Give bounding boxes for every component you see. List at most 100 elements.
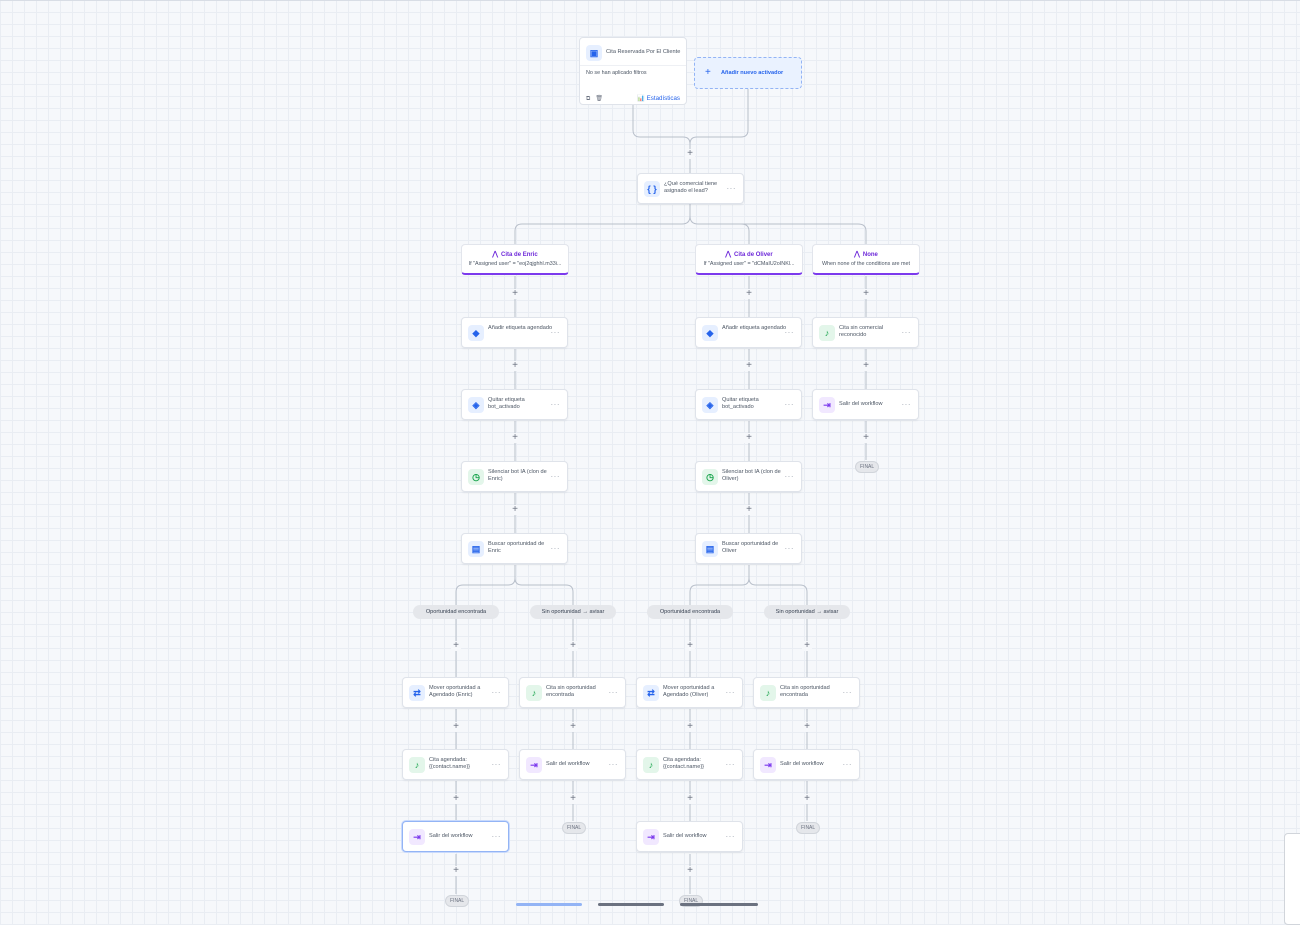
- node-label: Silenciar bot IA (clon de Enric): [488, 469, 547, 482]
- branch-not-found-enric[interactable]: Sin oportunidad → avisar: [530, 605, 616, 619]
- braces-icon: { }: [644, 181, 660, 197]
- node-label: Mover oportunidad a Agendado (Oliver): [663, 685, 715, 698]
- copy-icon[interactable]: ⧉: [586, 96, 590, 102]
- add-step-button[interactable]: +: [451, 722, 461, 732]
- action-node[interactable]: ⇄ Mover oportunidad a Agendado (Enric) ···: [402, 677, 509, 708]
- add-step-button[interactable]: +: [510, 361, 520, 371]
- action-node[interactable]: ▤ Buscar oportunidad de Enric ···: [461, 533, 568, 564]
- add-step-button[interactable]: +: [685, 866, 695, 876]
- node-label: Salir del workflow: [546, 761, 590, 767]
- more-menu-icon[interactable]: ···: [785, 544, 795, 553]
- final-marker: FINAL: [855, 461, 880, 473]
- action-node[interactable]: ♪ Cita agendada: {{contact.name}} ···: [402, 749, 509, 780]
- condition-title: Cita de Oliver: [734, 252, 773, 258]
- action-node[interactable]: ⇥ Salir del workflow ···: [519, 749, 626, 780]
- more-menu-icon[interactable]: ···: [726, 760, 736, 769]
- more-menu-icon[interactable]: ···: [609, 688, 619, 697]
- action-node[interactable]: ⇥ Salir del workflow ···: [402, 821, 509, 852]
- add-step-button[interactable]: +: [802, 794, 812, 804]
- add-trigger-button[interactable]: + Añadir nuevo activador: [694, 57, 802, 89]
- action-node[interactable]: ♪ Cita sin oportunidad encontrada ···: [519, 677, 626, 708]
- action-node[interactable]: ◷ Silenciar bot IA (clon de Oliver) ···: [695, 461, 802, 492]
- add-step-button[interactable]: +: [451, 866, 461, 876]
- condition-none[interactable]: ⋀ None When none of the conditions are me…: [812, 244, 920, 275]
- add-step-button[interactable]: +: [685, 641, 695, 651]
- add-step-button[interactable]: +: [451, 641, 461, 651]
- trash-icon[interactable]: 🗑: [595, 96, 603, 102]
- action-node[interactable]: ◷ Silenciar bot IA (clon de Enric) ···: [461, 461, 568, 492]
- bell-icon: ♪: [409, 757, 425, 773]
- add-step-button[interactable]: +: [861, 433, 871, 443]
- node-label: Añadir etiqueta agendado: [722, 325, 787, 331]
- more-menu-icon[interactable]: ···: [492, 832, 502, 841]
- more-menu-icon[interactable]: ···: [727, 184, 737, 193]
- action-node[interactable]: ⇄ Mover oportunidad a Agendado (Oliver) ··…: [636, 677, 743, 708]
- add-step-button[interactable]: +: [510, 289, 520, 299]
- more-menu-icon[interactable]: ···: [551, 472, 561, 481]
- node-label: Quitar etiqueta bot_activado: [488, 397, 525, 410]
- more-menu-icon[interactable]: ···: [551, 328, 561, 337]
- add-step-button[interactable]: +: [568, 794, 578, 804]
- branch-found-enric[interactable]: Oportunidad encontrada: [413, 605, 499, 619]
- add-step-button[interactable]: +: [802, 722, 812, 732]
- action-node[interactable]: ⇥ Salir del workflow ···: [753, 749, 860, 780]
- more-menu-icon[interactable]: ···: [785, 328, 795, 337]
- move-opportunity-icon: ⇄: [409, 685, 425, 701]
- add-step-button[interactable]: +: [568, 722, 578, 732]
- add-step-button[interactable]: +: [510, 505, 520, 515]
- add-step-button[interactable]: +: [451, 794, 461, 804]
- tag-icon: ◆: [468, 325, 484, 341]
- side-panel-edge[interactable]: [1284, 833, 1300, 925]
- add-trigger-label: Añadir nuevo activador: [721, 70, 784, 76]
- more-menu-icon[interactable]: ···: [902, 400, 912, 409]
- bell-icon: ♪: [760, 685, 776, 701]
- condition-enric[interactable]: ⋀ Cita de Enric If "Assigned user" = "eoj…: [461, 244, 569, 275]
- calendar-icon: ▣: [586, 45, 602, 61]
- more-menu-icon[interactable]: ···: [785, 472, 795, 481]
- final-marker: FINAL: [796, 822, 821, 834]
- action-node[interactable]: ◈ Quitar etiqueta bot_activado ···: [461, 389, 568, 420]
- tag-icon: ◆: [702, 325, 718, 341]
- add-step-button[interactable]: +: [685, 722, 695, 732]
- add-step-button[interactable]: +: [861, 289, 871, 299]
- action-node[interactable]: ♪ Cita agendada: {{contact.name}} ···: [636, 749, 743, 780]
- more-menu-icon[interactable]: ···: [609, 760, 619, 769]
- trigger-card[interactable]: ▣ Cita Reservada Por El Cliente No se ha…: [579, 37, 687, 105]
- more-menu-icon[interactable]: ···: [843, 688, 853, 697]
- add-step-button[interactable]: +: [568, 641, 578, 651]
- add-step-button[interactable]: +: [510, 433, 520, 443]
- add-step-button[interactable]: +: [744, 289, 754, 299]
- more-menu-icon[interactable]: ···: [492, 760, 502, 769]
- add-step-button[interactable]: +: [861, 361, 871, 371]
- add-step-button[interactable]: +: [685, 794, 695, 804]
- add-step-button[interactable]: +: [744, 433, 754, 443]
- plus-icon: +: [705, 67, 711, 78]
- add-step-button[interactable]: +: [744, 361, 754, 371]
- action-node[interactable]: ▤ Buscar oportunidad de Oliver ···: [695, 533, 802, 564]
- router-node[interactable]: { } ¿Qué comercial tiene asignado el lea…: [637, 173, 744, 204]
- action-node[interactable]: ♪ Cita sin oportunidad encontrada ···: [753, 677, 860, 708]
- action-node[interactable]: ◆ Añadir etiqueta agendado ···: [695, 317, 802, 348]
- more-menu-icon[interactable]: ···: [492, 688, 502, 697]
- more-menu-icon[interactable]: ···: [843, 760, 853, 769]
- branch-found-oliver[interactable]: Oportunidad encontrada: [647, 605, 733, 619]
- add-step-button[interactable]: +: [744, 505, 754, 515]
- action-node[interactable]: ⇥ Salir del workflow ···: [636, 821, 743, 852]
- action-node[interactable]: ◆ Añadir etiqueta agendado ···: [461, 317, 568, 348]
- condition-rule: If "Assigned user" = "eoj2qjghhl.m33i...: [468, 261, 562, 267]
- more-menu-icon[interactable]: ···: [726, 832, 736, 841]
- more-menu-icon[interactable]: ···: [551, 544, 561, 553]
- action-node[interactable]: ⇥ Salir del workflow ···: [812, 389, 919, 420]
- condition-oliver[interactable]: ⋀ Cita de Oliver If "Assigned user" = "dC…: [695, 244, 803, 275]
- branch-not-found-oliver[interactable]: Sin oportunidad → avisar: [764, 605, 850, 619]
- action-node[interactable]: ♪ Cita sin comercial reconocido ···: [812, 317, 919, 348]
- add-step-button[interactable]: +: [685, 149, 695, 159]
- action-node[interactable]: ◈ Quitar etiqueta bot_activado ···: [695, 389, 802, 420]
- timer-icon: ◷: [702, 469, 718, 485]
- stats-link[interactable]: 📊 Estadísticas: [637, 94, 680, 102]
- more-menu-icon[interactable]: ···: [551, 400, 561, 409]
- more-menu-icon[interactable]: ···: [902, 328, 912, 337]
- more-menu-icon[interactable]: ···: [726, 688, 736, 697]
- add-step-button[interactable]: +: [802, 641, 812, 651]
- more-menu-icon[interactable]: ···: [785, 400, 795, 409]
